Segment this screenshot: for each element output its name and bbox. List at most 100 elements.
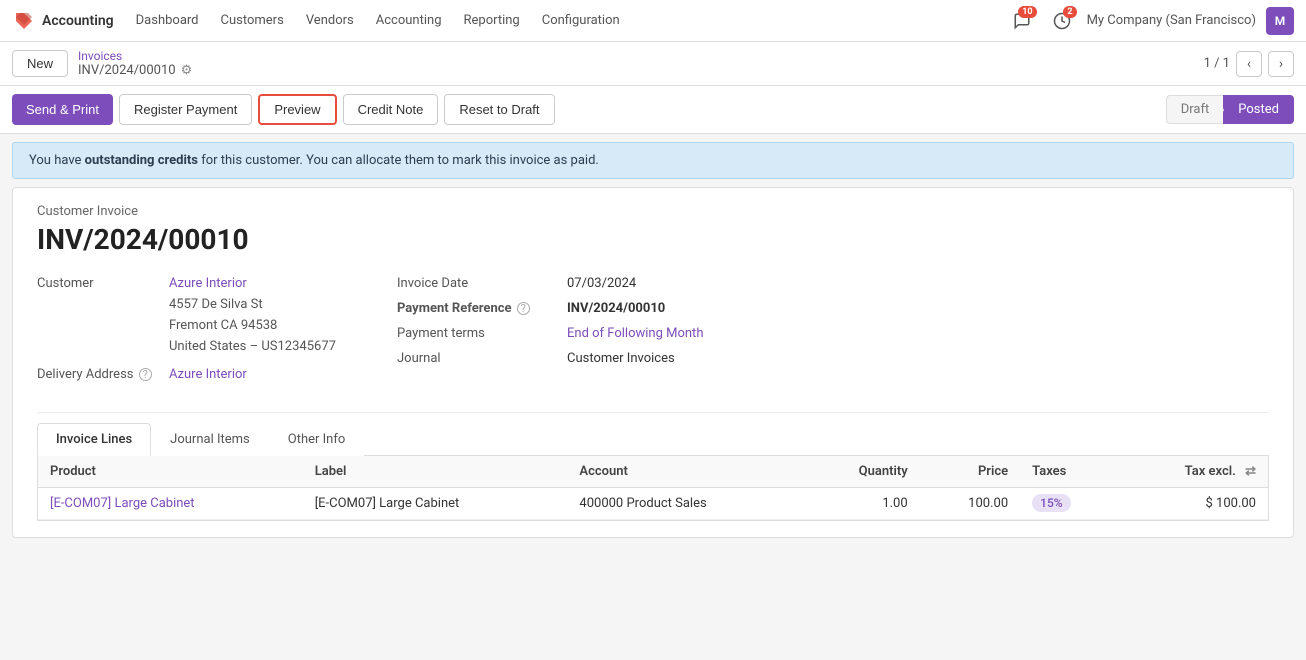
breadcrumb-bar: New Invoices INV/2024/00010 ⚙ 1 / 1 ‹ ›	[0, 42, 1306, 86]
tab-invoice-lines[interactable]: Invoice Lines	[37, 423, 151, 456]
invoice-tabs: Invoice Lines Journal Items Other Info	[37, 423, 1269, 456]
nav-accounting[interactable]: Accounting	[366, 9, 452, 32]
customer-address: 4557 De Silva St Fremont CA 94538 United…	[169, 295, 357, 357]
payment-terms-row: Payment terms End of Following Month	[397, 326, 1269, 341]
invoice-lines-table-wrap: Product Label Account Quantity Price Tax…	[37, 456, 1269, 521]
cell-price: 100.00	[920, 488, 1020, 520]
avatar[interactable]: M	[1266, 7, 1294, 35]
brand-label: Accounting	[42, 13, 114, 29]
nav-vendors[interactable]: Vendors	[296, 9, 364, 32]
status-draft[interactable]: Draft	[1166, 95, 1224, 124]
col-price: Price	[920, 456, 1020, 488]
cell-tax-excl: $ 100.00	[1118, 488, 1268, 520]
register-payment-button[interactable]: Register Payment	[119, 94, 252, 125]
breadcrumb-left: New Invoices INV/2024/00010 ⚙	[12, 49, 192, 78]
clock-button[interactable]: 2	[1047, 6, 1077, 36]
column-settings-icon[interactable]: ⇄	[1245, 464, 1256, 479]
tax-badge: 15%	[1032, 494, 1070, 512]
invoice-date-row: Invoice Date 07/03/2024	[397, 276, 1269, 291]
breadcrumb-current: INV/2024/00010 ⚙	[78, 63, 192, 78]
top-navigation: Accounting Dashboard Customers Vendors A…	[0, 0, 1306, 42]
col-taxes: Taxes	[1020, 456, 1118, 488]
app-logo[interactable]: Accounting	[12, 9, 114, 33]
invoice-details: Customer Azure Interior 4557 De Silva St…	[37, 276, 1269, 388]
action-bar: Send & Print Register Payment Preview Cr…	[0, 86, 1306, 134]
customer-link[interactable]: Azure Interior	[169, 276, 247, 291]
col-account: Account	[567, 456, 805, 488]
delivery-value[interactable]: Azure Interior	[169, 367, 247, 382]
addr-line3: United States – US12345677	[169, 339, 336, 354]
alert-bold-text: outstanding credits	[85, 153, 198, 168]
invoice-type-label: Customer Invoice	[37, 204, 1269, 219]
settings-icon[interactable]: ⚙	[181, 63, 193, 78]
alert-text-before: You have	[29, 153, 85, 168]
table-row: [E-COM07] Large Cabinet [E-COM07] Large …	[38, 488, 1268, 520]
prev-record-button[interactable]: ‹	[1236, 51, 1262, 77]
product-link[interactable]: [E-COM07] Large Cabinet	[50, 496, 195, 511]
status-bar: Draft Posted	[1166, 95, 1294, 124]
message-count: 10	[1018, 6, 1036, 18]
breadcrumb-right: 1 / 1 ‹ ›	[1204, 51, 1294, 77]
reset-draft-button[interactable]: Reset to Draft	[444, 94, 554, 125]
payment-ref-label: Payment Reference ?	[397, 301, 557, 316]
pagination-text: 1 / 1	[1204, 56, 1230, 71]
company-name: My Company (San Francisco)	[1087, 13, 1256, 28]
invoice-date-value[interactable]: 07/03/2024	[567, 276, 636, 291]
cell-quantity: 1.00	[805, 488, 920, 520]
payment-ref-label-text: Payment Reference	[397, 301, 512, 316]
invoice-form: Customer Invoice INV/2024/00010 Customer…	[12, 187, 1294, 538]
divider	[37, 412, 1269, 413]
cell-product: [E-COM07] Large Cabinet	[38, 488, 303, 520]
delivery-label-text: Delivery Address	[37, 367, 134, 382]
nav-configuration[interactable]: Configuration	[532, 9, 630, 32]
invoice-date-label: Invoice Date	[397, 276, 557, 291]
cell-label: [E-COM07] Large Cabinet	[303, 488, 568, 520]
delivery-row: Delivery Address ? Azure Interior	[37, 367, 357, 382]
outstanding-credits-alert: You have outstanding credits for this cu…	[12, 142, 1294, 179]
customer-row: Customer Azure Interior	[37, 276, 357, 291]
payment-ref-row: Payment Reference ? INV/2024/00010	[397, 301, 1269, 316]
nav-dashboard[interactable]: Dashboard	[126, 9, 209, 32]
cell-taxes: 15%	[1020, 488, 1118, 520]
preview-button[interactable]: Preview	[258, 94, 336, 125]
payment-ref-value[interactable]: INV/2024/00010	[567, 301, 665, 316]
credit-note-button[interactable]: Credit Note	[343, 94, 439, 125]
payment-ref-help-icon: ?	[517, 302, 530, 315]
next-record-button[interactable]: ›	[1268, 51, 1294, 77]
breadcrumb-path: Invoices INV/2024/00010 ⚙	[78, 49, 192, 78]
topnav-right: 10 2 My Company (San Francisco) M	[1007, 6, 1294, 36]
payment-terms-value[interactable]: End of Following Month	[567, 326, 703, 341]
tab-journal-items[interactable]: Journal Items	[151, 423, 269, 456]
invoice-lines-table: Product Label Account Quantity Price Tax…	[38, 456, 1268, 520]
col-quantity: Quantity	[805, 456, 920, 488]
cell-account: 400000 Product Sales	[567, 488, 805, 520]
app-logo-icon	[12, 9, 36, 33]
addr-line2: Fremont CA 94538	[169, 318, 277, 333]
customer-label: Customer	[37, 276, 157, 291]
delivery-label: Delivery Address ?	[37, 367, 157, 382]
breadcrumb-parent[interactable]: Invoices	[78, 49, 192, 63]
col-tax-excl: Tax excl. ⇄	[1118, 456, 1268, 488]
alert-text-after: for this customer. You can allocate them…	[198, 153, 599, 168]
action-buttons: Send & Print Register Payment Preview Cr…	[12, 94, 555, 125]
status-posted[interactable]: Posted	[1223, 95, 1294, 124]
tab-other-info[interactable]: Other Info	[269, 423, 365, 456]
addr-line1: 4557 De Silva St	[169, 297, 263, 312]
customer-details: Customer Azure Interior 4557 De Silva St…	[37, 276, 357, 388]
send-print-button[interactable]: Send & Print	[12, 94, 113, 125]
payment-terms-label: Payment terms	[397, 326, 557, 341]
breadcrumb-current-text: INV/2024/00010	[78, 63, 176, 78]
nav-menu: Dashboard Customers Vendors Accounting R…	[126, 9, 1003, 32]
col-product: Product	[38, 456, 303, 488]
clock-count: 2	[1063, 6, 1076, 18]
journal-label: Journal	[397, 351, 557, 366]
journal-row: Journal Customer Invoices	[397, 351, 1269, 366]
nav-reporting[interactable]: Reporting	[454, 9, 530, 32]
new-button[interactable]: New	[12, 50, 68, 77]
nav-customers[interactable]: Customers	[211, 9, 294, 32]
invoice-right-details: Invoice Date 07/03/2024 Payment Referenc…	[397, 276, 1269, 388]
messages-button[interactable]: 10	[1007, 6, 1037, 36]
delivery-help-icon: ?	[139, 368, 152, 381]
journal-value[interactable]: Customer Invoices	[567, 351, 675, 366]
col-label: Label	[303, 456, 568, 488]
